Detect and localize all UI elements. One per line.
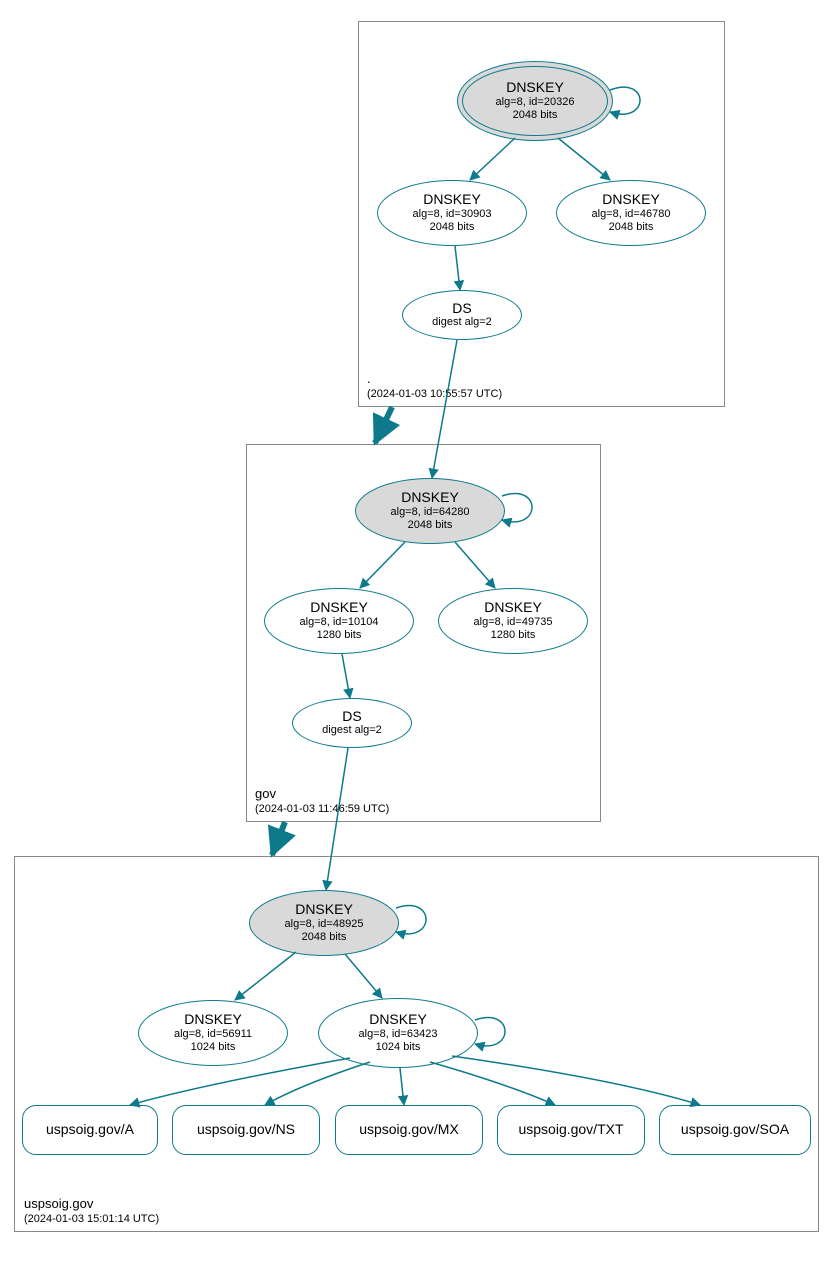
node-sub: alg=8, id=64280 (391, 506, 470, 519)
node-sub: 1024 bits (191, 1041, 236, 1054)
node-sub: digest alg=2 (322, 724, 382, 737)
zone-gov-timestamp: (2024-01-03 11:46:59 UTC) (255, 803, 389, 815)
node-rr-soa: uspsoig.gov/SOA (659, 1105, 811, 1155)
node-rr-mx: uspsoig.gov/MX (335, 1105, 483, 1155)
node-sub: 2048 bits (302, 931, 347, 944)
node-rr-txt: uspsoig.gov/TXT (497, 1105, 645, 1155)
node-sub: alg=8, id=48925 (285, 918, 364, 931)
node-sub: 2048 bits (430, 221, 475, 234)
node-sub: 2048 bits (609, 221, 654, 234)
node-sub: alg=8, id=10104 (300, 616, 379, 629)
node-sub: digest alg=2 (432, 316, 492, 329)
node-title: DS (342, 709, 361, 724)
node-sub: 1280 bits (491, 629, 536, 642)
node-sub: alg=8, id=63423 (359, 1028, 438, 1041)
node-title: DNSKEY (184, 1012, 242, 1027)
node-label: uspsoig.gov/SOA (681, 1122, 789, 1137)
node-rr-a: uspsoig.gov/A (22, 1105, 158, 1155)
node-title: DNSKEY (310, 600, 368, 615)
node-root-ksk: DNSKEY alg=8, id=20326 2048 bits (457, 61, 613, 141)
node-uspsoig-zsk-63423: DNSKEY alg=8, id=63423 1024 bits (318, 998, 478, 1068)
node-root-zsk-30903: DNSKEY alg=8, id=30903 2048 bits (377, 180, 527, 246)
node-label: uspsoig.gov/NS (197, 1122, 295, 1137)
zone-gov-label: gov (255, 786, 276, 801)
node-title: DNSKEY (295, 902, 353, 917)
node-uspsoig-zsk-56911: DNSKEY alg=8, id=56911 1024 bits (138, 1000, 288, 1066)
node-title: DNSKEY (401, 490, 459, 505)
node-sub: alg=8, id=46780 (592, 208, 671, 221)
node-title: DNSKEY (602, 192, 660, 207)
node-gov-zsk-49735: DNSKEY alg=8, id=49735 1280 bits (438, 588, 588, 654)
zone-root-label: . (367, 371, 371, 386)
zone-uspsoig-timestamp: (2024-01-03 15:01:14 UTC) (24, 1213, 159, 1225)
node-gov-ksk: DNSKEY alg=8, id=64280 2048 bits (355, 478, 505, 544)
node-title: DNSKEY (506, 80, 564, 95)
node-uspsoig-ksk: DNSKEY alg=8, id=48925 2048 bits (249, 890, 399, 956)
node-gov-ds: DS digest alg=2 (292, 698, 412, 748)
node-label: uspsoig.gov/MX (359, 1122, 459, 1137)
node-label: uspsoig.gov/TXT (518, 1122, 623, 1137)
node-title: DNSKEY (369, 1012, 427, 1027)
zone-root-timestamp: (2024-01-03 10:55:57 UTC) (367, 388, 502, 400)
node-root-zsk-46780: DNSKEY alg=8, id=46780 2048 bits (556, 180, 706, 246)
node-title: DNSKEY (423, 192, 481, 207)
node-sub: alg=8, id=49735 (474, 616, 553, 629)
node-sub: alg=8, id=56911 (174, 1028, 252, 1041)
node-label: uspsoig.gov/A (46, 1122, 134, 1137)
node-root-ds: DS digest alg=2 (402, 290, 522, 340)
node-sub: 2048 bits (408, 519, 453, 532)
zone-uspsoig-label: uspsoig.gov (24, 1196, 93, 1211)
node-sub: alg=8, id=20326 (496, 96, 575, 109)
node-sub: 2048 bits (513, 109, 558, 122)
node-title: DS (452, 301, 471, 316)
node-sub: alg=8, id=30903 (413, 208, 492, 221)
node-gov-zsk-10104: DNSKEY alg=8, id=10104 1280 bits (264, 588, 414, 654)
node-sub: 1024 bits (376, 1041, 421, 1054)
node-sub: 1280 bits (317, 629, 362, 642)
node-title: DNSKEY (484, 600, 542, 615)
node-rr-ns: uspsoig.gov/NS (172, 1105, 320, 1155)
